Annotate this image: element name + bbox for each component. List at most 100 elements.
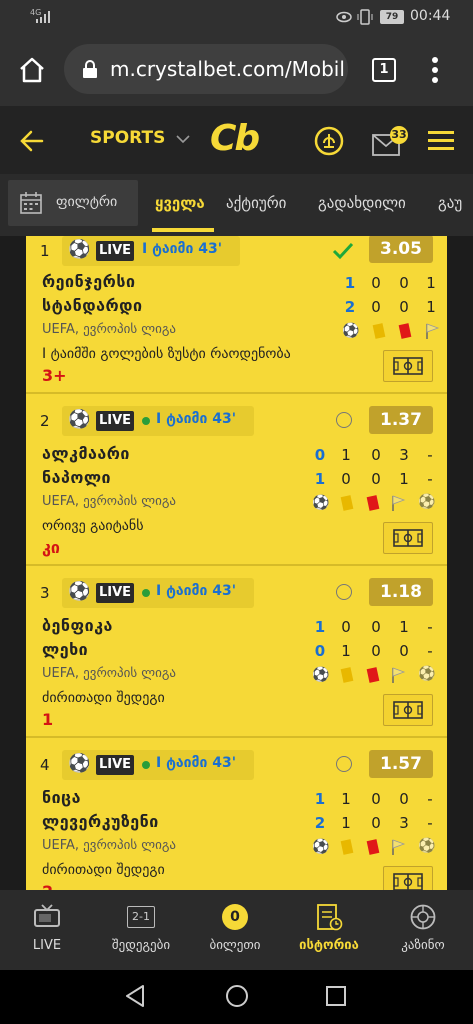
score-icon: 2-1 xyxy=(127,906,155,928)
tab-active[interactable]: აქტიური xyxy=(226,194,286,212)
nav-casino[interactable]: კაზინო xyxy=(376,890,470,970)
score-cell: 0 xyxy=(371,790,381,808)
team-away: სტანდარდი xyxy=(42,296,143,315)
url-text: m.crystalbet.com/Mobil xyxy=(110,57,345,81)
team-away: ნაპოლი xyxy=(42,468,112,487)
odd-value: 1.57 xyxy=(369,750,433,778)
corner-flag-icon xyxy=(392,839,406,855)
tab-all[interactable]: ყველა xyxy=(155,194,205,212)
tab-all-underline xyxy=(152,228,214,232)
calendar-icon xyxy=(20,192,42,214)
nav-ticket-label: ბილეთი xyxy=(209,938,261,953)
tab-lost[interactable]: გაუ xyxy=(438,194,462,212)
bet-history-list[interactable]: 1 ⚽ LIVE I ტაიმი 43' 3.05 რეინჯერსი სტან… xyxy=(0,236,473,890)
messages-button[interactable]: 33 xyxy=(372,126,412,160)
tab-paid[interactable]: გადახდილი xyxy=(318,194,406,212)
score-cell: - xyxy=(427,618,433,636)
filter-button[interactable]: ფილტრი xyxy=(8,180,138,226)
live-dot-icon xyxy=(142,761,150,769)
live-time: I ტაიმი 43' xyxy=(156,755,237,771)
bet-type: ძირითადი შედეგი xyxy=(42,862,165,878)
sports-label: SPORTS xyxy=(90,128,166,148)
back-triangle-icon[interactable] xyxy=(124,984,146,1008)
ticket-icon: 0 xyxy=(222,904,248,930)
checkmark-icon xyxy=(332,242,354,260)
tab-switcher-button[interactable]: 1 xyxy=(372,58,396,82)
score-cell: 0 xyxy=(371,814,381,832)
pending-status-icon xyxy=(336,756,352,772)
filter-bar: ფილტრი ყველა აქტიური გადახდილი გაუ xyxy=(0,174,473,236)
live-label: LIVE xyxy=(96,755,134,775)
score-cell: 0 xyxy=(341,618,351,636)
status-bar: 4G 79 00:44 xyxy=(0,0,473,34)
nav-results[interactable]: 2-1 შედეგები xyxy=(94,890,188,970)
score-cell: - xyxy=(427,814,433,832)
live-label: LIVE xyxy=(96,411,134,431)
more-options-icon[interactable] xyxy=(430,56,440,84)
bet-card[interactable]: 4 ⚽ LIVE I ტაიმი 43' 1.57 ნიცა ლევერკუზე… xyxy=(26,738,447,890)
nav-live[interactable]: LIVE xyxy=(0,890,94,970)
nav-casino-label: კაზინო xyxy=(401,938,445,953)
score-cell: 1 xyxy=(341,814,351,832)
score-cell: 0 xyxy=(341,470,351,488)
corner-flag-icon xyxy=(392,667,406,683)
score-cell: 0 xyxy=(314,642,326,660)
live-badge: ⚽ LIVE I ტაიმი 43' xyxy=(62,236,240,266)
score-cell: 2 xyxy=(344,298,356,316)
match-tracker-button[interactable] xyxy=(383,866,433,890)
score-cell: 0 xyxy=(399,642,409,660)
bet-card[interactable]: 3 ⚽ LIVE I ტაიმი 43' 1.18 ბენფიკა ლეხი 1… xyxy=(26,566,447,738)
live-badge: ⚽ LIVE I ტაიმი 43' xyxy=(62,578,254,608)
red-card-icon xyxy=(366,667,380,683)
team-away: ლეხი xyxy=(42,640,89,659)
soccer-ball-icon: ⚽ xyxy=(68,581,91,602)
chevron-down-icon xyxy=(176,134,190,143)
bet-pick: 2 xyxy=(42,882,53,890)
bet-card[interactable]: 1 ⚽ LIVE I ტაიმი 43' 3.05 რეინჯერსი სტან… xyxy=(26,236,447,394)
score-cell: - xyxy=(427,470,433,488)
score-cell: 3 xyxy=(399,814,409,832)
match-tracker-button[interactable] xyxy=(383,350,433,382)
balance-icon[interactable] xyxy=(314,126,344,156)
nav-results-label: შედეგები xyxy=(111,938,171,953)
bet-card[interactable]: 2 ⚽ LIVE I ტაიმი 43' 1.37 ალკმაარი ნაპოლ… xyxy=(26,394,447,566)
clock: 00:44 xyxy=(410,8,451,24)
home-icon[interactable] xyxy=(18,56,46,84)
home-circle-icon[interactable] xyxy=(225,984,249,1008)
score-cell: 0 xyxy=(371,618,381,636)
soccer-ball-icon: ⚽ xyxy=(312,495,330,511)
bet-index: 4 xyxy=(40,756,50,774)
bottom-navigation: LIVE 2-1 შედეგები 0 ბილეთი ისტორია კაზინ… xyxy=(0,890,473,970)
yellow-card-icon xyxy=(340,495,354,511)
recents-square-icon[interactable] xyxy=(326,986,346,1006)
score-cell: 1 xyxy=(344,274,356,292)
soccer-ball-icon: ⚽ xyxy=(312,667,330,683)
soccer-ball-icon: ⚽ xyxy=(68,239,91,260)
nav-history-label: ისტორია xyxy=(299,938,359,953)
odd-value: 1.37 xyxy=(369,406,433,434)
mail-badge: 33 xyxy=(390,126,408,144)
odd-value: 3.05 xyxy=(369,236,433,263)
nav-ticket[interactable]: 0 ბილეთი xyxy=(188,890,282,970)
score-cell: 1 xyxy=(341,790,351,808)
pitch-icon xyxy=(393,529,423,547)
tv-icon xyxy=(34,904,60,927)
league-name: UEFA, ევროპის ლიგა xyxy=(42,322,176,337)
soccer-ball-icon: ⚽ xyxy=(68,753,91,774)
score-cell: 0 xyxy=(371,298,381,316)
bet-index: 2 xyxy=(40,412,50,430)
brand-logo[interactable]: Cb xyxy=(210,118,260,159)
score-cell: 1 xyxy=(314,470,326,488)
url-bar[interactable]: m.crystalbet.com/Mobil xyxy=(64,44,348,94)
score-cell: 0 xyxy=(371,642,381,660)
history-icon xyxy=(317,904,343,931)
nav-history[interactable]: ისტორია xyxy=(282,890,376,970)
sports-dropdown[interactable]: SPORTS xyxy=(90,128,190,152)
match-tracker-button[interactable] xyxy=(383,694,433,726)
back-arrow-icon[interactable] xyxy=(20,130,44,152)
match-tracker-button[interactable] xyxy=(383,522,433,554)
yellow-card-icon xyxy=(372,323,386,339)
bet-index: 1 xyxy=(40,242,50,260)
bet-type: ორივე გაიტანს xyxy=(42,518,144,534)
hamburger-menu-icon[interactable] xyxy=(428,130,454,152)
